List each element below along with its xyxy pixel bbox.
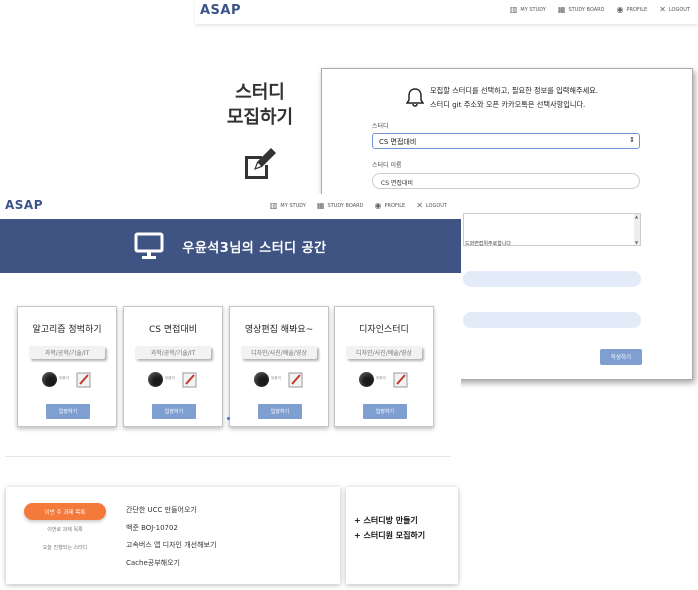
book-icon: ▥	[509, 5, 518, 14]
kakao-url-input[interactable]	[463, 312, 641, 328]
member-row: 우윤석	[148, 371, 208, 389]
brand-logo[interactable]: ASAP	[200, 3, 241, 18]
nav-links: ▥ MY STUDY ▦ STUDY BOARD ◉ PROFILE ✕ LOGOUT	[510, 6, 690, 14]
study-card: CS 면접대비 과학/공학/기술/IT 우윤석 입장하기	[123, 306, 223, 427]
join-button[interactable]: 입장하기	[152, 404, 196, 419]
member-row: 우윤석	[254, 371, 314, 389]
select-caret-icon: ⇕	[629, 136, 635, 144]
task-item[interactable]: Cache공부해오기	[126, 558, 180, 568]
study-select-value: CS 면접대비	[379, 138, 417, 146]
nav-study-board-label: STUDY BOARD	[327, 203, 364, 209]
board-icon: ▦	[316, 201, 325, 210]
avatar	[148, 372, 163, 387]
nav-profile[interactable]: ◉ PROFILE	[617, 6, 648, 14]
avatar-caption: 우윤석	[165, 376, 175, 380]
user-icon: ◉	[616, 5, 624, 14]
nav-logout[interactable]: ✕ LOGOUT	[659, 6, 690, 14]
study-name: 디자인스터디	[359, 325, 409, 335]
study-name: 영상편집 해봐요~	[244, 325, 314, 335]
study-select[interactable]: CS 면접대비 ⇕	[372, 133, 640, 149]
task-item[interactable]: 간단한 UCC 만들어오기	[126, 505, 197, 515]
nav-my-study-label: MY STUDY	[280, 203, 306, 209]
task-item[interactable]: 백준 BOJ-10702	[126, 523, 178, 533]
task-item[interactable]: 고속버스 앱 디자인 개선해보기	[126, 540, 216, 550]
nav-my-study-label: MY STUDY	[520, 7, 546, 13]
actions-panel: + 스터디방 만들기 + 스터디원 모집하기	[346, 487, 458, 584]
member-row: 우윤석	[42, 371, 102, 389]
tab-weekly-tasks[interactable]: 이번 주 과제 목록	[24, 503, 106, 520]
join-button[interactable]: 입장하기	[363, 404, 407, 419]
submit-button[interactable]: 작성하기	[600, 349, 642, 365]
study-card: 영상편집 해봐요~ 디자인/사진/예술/영상 우윤석 입장하기	[229, 306, 329, 427]
bell-icon	[406, 88, 424, 107]
section-divider	[5, 456, 451, 457]
avatar	[254, 372, 269, 387]
book-icon: ▥	[269, 201, 278, 210]
form-instructions: 모집할 스터디를 선택하고, 필요한 정보를 입력해주세요. 스터디 git 주…	[430, 84, 598, 112]
study-category-tag: 디자인/사진/예술/영상	[241, 346, 317, 359]
study-category-tag: 과학/공학/기술/IT	[135, 346, 211, 359]
nav-my-study[interactable]: ▥ MY STUDY	[270, 202, 306, 210]
nav-profile-label: PROFILE	[384, 203, 406, 209]
top-navbar: ASAP ▥ MY STUDY ▦ STUDY BOARD ◉ PROFILE ✕ LO…	[195, 0, 698, 24]
board-icon: ▦	[557, 5, 566, 14]
front-navbar: ASAP ▥ MY STUDY ▦ STUDY BOARD ◉ PROFILE ✕ LO…	[0, 194, 461, 218]
document-icon	[393, 372, 408, 388]
study-name: CS 면접대비	[149, 325, 197, 335]
study-category-tag: 디자인/사진/예술/영상	[346, 346, 422, 359]
avatar	[42, 372, 57, 387]
study-card: 알고리즘 정벅하기 과학/공학/기술/IT 우윤석 입장하기	[17, 306, 117, 427]
make-study-room-link[interactable]: + 스터디방 만들기	[354, 515, 418, 526]
study-name: 알고리즘 정벅하기	[32, 325, 102, 335]
close-icon: ✕	[416, 201, 423, 210]
avatar-caption: 우윤석	[376, 376, 386, 380]
recruit-members-link[interactable]: + 스터디원 모집하기	[354, 530, 425, 541]
study-name-input[interactable]: CS 면접대비	[372, 173, 640, 189]
user-icon: ◉	[374, 201, 382, 210]
recruit-page-title: 스터디 모집하기	[226, 82, 294, 128]
study-space-banner: 우윤석3님의 스터디 공간	[0, 219, 461, 273]
member-row: 우윤석	[359, 371, 419, 389]
page: ASAP ▥ MY STUDY ▦ STUDY BOARD ◉ PROFILE ✕ LO…	[0, 0, 698, 590]
instruction-line-2: 스터디 git 주소와 오픈 카카오톡은 선택사항입니다.	[430, 100, 586, 109]
avatar-caption: 우윤석	[271, 376, 281, 380]
nav-study-board-label: STUDY BOARD	[568, 7, 605, 13]
description-textarea[interactable]: 드와면접위주로합니다	[463, 213, 641, 247]
tab-today-study[interactable]: 오늘 진행되는 스터디	[6, 544, 124, 551]
join-button[interactable]: 입장하기	[258, 404, 302, 419]
document-icon	[288, 372, 303, 388]
nav-logout-label: LOGOUT	[425, 203, 447, 209]
textarea-scrollbar[interactable]	[634, 214, 640, 245]
join-button[interactable]: 입장하기	[46, 404, 90, 419]
monitor-icon	[134, 232, 164, 259]
document-icon	[182, 372, 197, 388]
nav-study-board[interactable]: ▦ STUDY BOARD	[317, 202, 364, 210]
nav-my-study[interactable]: ▥ MY STUDY	[510, 6, 546, 14]
nav-profile-label: PROFILE	[626, 7, 648, 13]
nav-logout[interactable]: ✕ LOGOUT	[416, 202, 447, 210]
edit-icon	[245, 148, 276, 179]
tab-tasks-2[interactable]: 이번로 과제 목록	[6, 526, 124, 533]
banner-title: 우윤석3님의 스터디 공간	[182, 240, 327, 256]
nav-logout-label: LOGOUT	[668, 7, 690, 13]
avatar	[359, 372, 374, 387]
study-category-tag: 과학/공학/기술/IT	[29, 346, 105, 359]
tasks-panel: 이번 주 과제 목록 이번로 과제 목록 오늘 진행되는 스터디 간단한 UCC…	[6, 487, 340, 584]
nav-study-board[interactable]: ▦ STUDY BOARD	[558, 6, 605, 14]
git-url-input[interactable]	[463, 271, 641, 287]
brand-logo[interactable]: ASAP	[5, 198, 43, 212]
textarea-text: 드와면접위주로합니다	[465, 241, 512, 247]
avatar-caption: 우윤석	[59, 376, 69, 380]
cursor-dot	[227, 417, 230, 420]
document-icon	[76, 372, 91, 388]
nav-profile[interactable]: ◉ PROFILE	[375, 202, 406, 210]
study-card: 디자인스터디 디자인/사진/예술/영상 우윤석 입장하기	[334, 306, 434, 427]
nav-links: ▥ MY STUDY ▦ STUDY BOARD ◉ PROFILE ✕ LOGOUT	[270, 202, 447, 210]
study-name-label: 스터디 이름	[372, 162, 402, 169]
close-icon: ✕	[659, 5, 666, 14]
instruction-line-1: 모집할 스터디를 선택하고, 필요한 정보를 입력해주세요.	[430, 86, 599, 95]
study-select-label: 스터디	[372, 123, 389, 130]
